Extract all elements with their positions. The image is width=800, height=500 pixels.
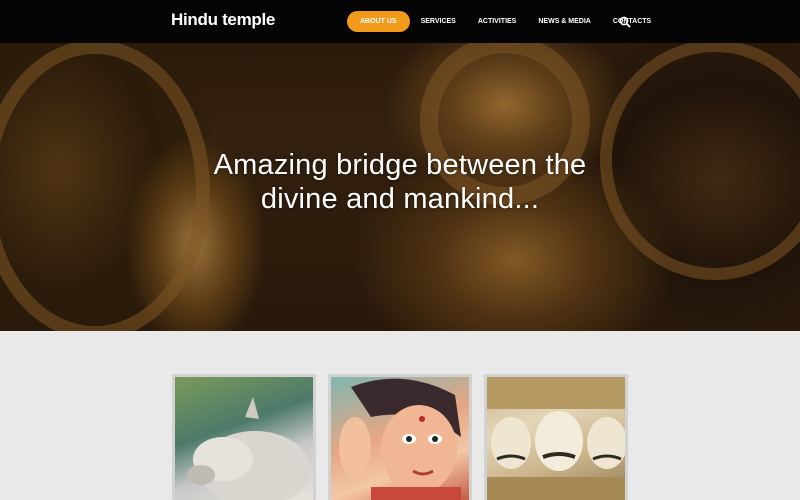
nav-item-contacts[interactable]: CONTACTS: [602, 11, 662, 32]
search-button[interactable]: [618, 15, 632, 29]
main-nav: ABOUT US SERVICES ACTIVITIES NEWS & MEDI…: [347, 11, 662, 32]
gallery-image-deity[interactable]: [484, 374, 628, 500]
deity-statue-image: [487, 377, 625, 500]
page: Amazing bridge between the divine and ma…: [0, 0, 800, 500]
nav-item-activities[interactable]: ACTIVITIES: [467, 11, 528, 32]
site-logo[interactable]: Hindu temple: [171, 10, 275, 30]
nav-item-services[interactable]: SERVICES: [410, 11, 467, 32]
gallery-image-bull[interactable]: [172, 374, 316, 500]
nav-item-news-media[interactable]: NEWS & MEDIA: [527, 11, 602, 32]
hero-title-line1: Amazing bridge between the: [213, 149, 587, 181]
search-icon: [619, 16, 631, 28]
bull-statue-image: [187, 397, 310, 500]
hero-banner: Amazing bridge between the divine and ma…: [0, 0, 800, 331]
site-header: Hindu temple ABOUT US SERVICES ACTIVITIE…: [0, 0, 800, 43]
hero-title: Amazing bridge between the divine and ma…: [150, 148, 650, 216]
goddess-statue-image: [339, 378, 461, 500]
gallery-image-goddess[interactable]: [328, 374, 472, 500]
hero-title-line2: divine and mankind...: [260, 183, 540, 215]
nav-item-about-us[interactable]: ABOUT US: [347, 11, 410, 32]
